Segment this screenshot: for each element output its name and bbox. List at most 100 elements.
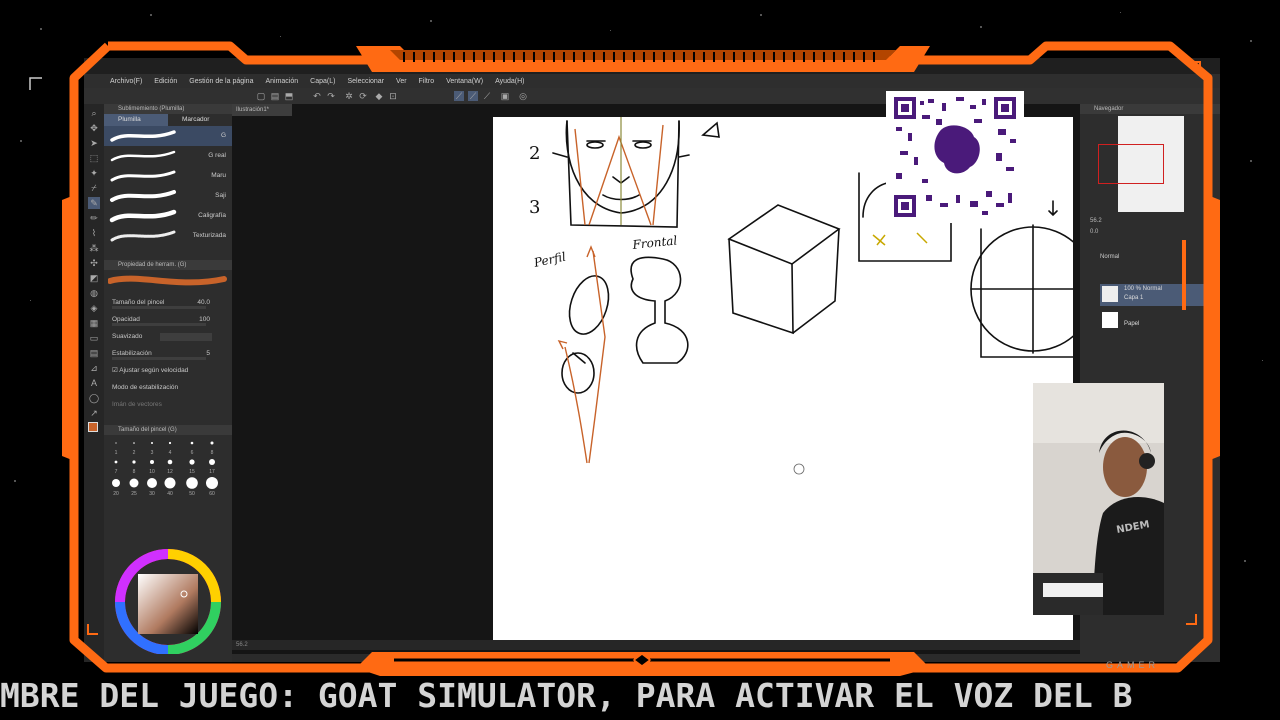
undo-icon[interactable]: ↶ [312, 91, 322, 101]
brush-label: Maru [211, 172, 226, 179]
transform-icon[interactable]: ⟳ [358, 91, 368, 101]
figure-icon[interactable]: ▭ [88, 332, 100, 344]
main-color-icon[interactable] [88, 422, 100, 434]
layer-name: Papel [1124, 321, 1140, 327]
menu-help[interactable]: Ayuda(H) [489, 78, 530, 85]
navigator-view-box[interactable] [1098, 144, 1164, 184]
menu-filter[interactable]: Filtro [413, 78, 441, 85]
snap-grid-icon[interactable]: ⟋ [482, 91, 492, 101]
layer-name: Capa 1 [1124, 295, 1144, 301]
navigator-thumbnail[interactable] [1098, 116, 1184, 212]
auto-select-icon[interactable]: ✦ [88, 167, 100, 179]
operation-tool-icon[interactable]: ➤ [88, 137, 100, 149]
gradient-icon[interactable]: ▦ [88, 317, 100, 329]
size-label: 25 [131, 491, 137, 497]
brush-size-slider[interactable] [112, 306, 206, 309]
brush-item[interactable]: G [104, 126, 232, 146]
ruler-icon[interactable]: ⊿ [88, 362, 100, 374]
brush-item[interactable]: Maru [104, 166, 232, 186]
correct-line-icon[interactable]: ↗ [88, 407, 100, 419]
settings-icon[interactable]: ✲ [344, 91, 354, 101]
assist-icon[interactable]: ◎ [518, 91, 528, 101]
size-label: 60 [209, 491, 215, 497]
webcam-feed: NDEM [1033, 383, 1164, 615]
brush-item[interactable]: Saji [104, 186, 232, 206]
snap-ruler-icon[interactable]: ⟋ [454, 91, 464, 101]
menu-layer[interactable]: Capa(L) [304, 78, 341, 85]
command-bar: ▢ ▤ ⬒ ↶ ↷ ✲ ⟳ ◆ ⊡ ⟋ ⟋ ⟋ ▣ ◎ [84, 88, 1220, 104]
menu-page[interactable]: Gestión de la página [183, 78, 259, 85]
snap-special-icon[interactable]: ⟋ [468, 91, 478, 101]
new-icon[interactable]: ▢ [256, 91, 266, 101]
tab-plumilla[interactable]: Plumilla [104, 114, 168, 126]
move-tool-icon[interactable]: ✥ [88, 122, 100, 134]
brush-size-grid[interactable]: 1 2 3 4 6 8 7 8 10 12 15 17 20 25 30 40 [104, 435, 232, 515]
layer-thumbnail [1102, 312, 1118, 328]
menu-bar: Archivo(F) Edición Gestión de la página … [84, 74, 1220, 88]
balloon-icon[interactable]: ◯ [88, 392, 100, 404]
panel-icon[interactable]: ▣ [500, 91, 510, 101]
menu-window[interactable]: Ventana(W) [440, 78, 489, 85]
decoration-icon[interactable]: ✣ [88, 257, 100, 269]
blend-mode[interactable]: Normal [1100, 254, 1119, 260]
qr-code[interactable] [886, 91, 1024, 223]
fill-icon[interactable]: ◆ [374, 91, 384, 101]
layer-item[interactable]: Papel [1100, 310, 1210, 332]
color-wheel[interactable] [110, 548, 226, 654]
vector-magnet-row[interactable]: Imán de vectores [104, 396, 232, 413]
menu-select[interactable]: Seleccionar [341, 78, 390, 85]
navigator-zoom[interactable]: 56.2 [1090, 218, 1102, 224]
menu-view[interactable]: Ver [390, 78, 413, 85]
stabilization-value[interactable]: 5 [206, 345, 210, 362]
zoom-value[interactable]: 56.2 [236, 642, 248, 648]
size-label: 17 [209, 469, 215, 475]
blend-icon[interactable]: ◍ [88, 287, 100, 299]
selection-tool-icon[interactable]: ⬚ [88, 152, 100, 164]
brush-tool-icon[interactable]: ⌇ [88, 227, 100, 239]
open-icon[interactable]: ▤ [270, 91, 280, 101]
stab-mode-row[interactable]: Modo de estabilización [104, 379, 232, 396]
smoothing-row[interactable]: Suavizado [104, 328, 232, 345]
tool-palette: ⌕ ✥ ➤ ⬚ ✦ ⌿ ✎ ✏ ⌇ ⁂ ✣ ◩ ◍ ◈ ▦ ▭ ▤ ⊿ A ◯ … [84, 104, 104, 662]
brush-size-header: Tamaño del pincel (G) [104, 425, 232, 435]
brush-label: Saji [215, 192, 226, 199]
document-tab[interactable]: Ilustración1* [232, 104, 292, 116]
vector-magnet-label: Imán de vectores [112, 401, 162, 408]
brush-item[interactable]: G real [104, 146, 232, 166]
pencil-tool-icon[interactable]: ✏ [88, 212, 100, 224]
pen-tool-icon[interactable]: ✎ [88, 197, 100, 209]
opacity-row[interactable]: Opacidad 100 [104, 311, 232, 328]
text-tool-icon[interactable]: A [88, 377, 100, 389]
smoothing-selector[interactable] [160, 333, 212, 341]
frame-icon[interactable]: ▤ [88, 347, 100, 359]
stabilization-slider[interactable] [112, 357, 206, 360]
velocity-row[interactable]: ☑ Ajustar según velocidad [104, 362, 232, 379]
stream-overlay: Ilustración1* (1280 x 720px 72dpi 100.0%… [0, 0, 1280, 720]
redo-icon[interactable]: ↷ [326, 91, 336, 101]
crop-icon[interactable]: ⊡ [388, 91, 398, 101]
eraser-icon[interactable]: ◩ [88, 272, 100, 284]
size-label: 50 [189, 491, 195, 497]
brush-item[interactable]: Caligrafía [104, 206, 232, 226]
menu-edit[interactable]: Edición [148, 78, 183, 85]
brush-label: Caligrafía [198, 212, 226, 219]
stabilization-row[interactable]: Estabilización 5 [104, 345, 232, 362]
airbrush-icon[interactable]: ⁂ [88, 242, 100, 254]
stab-mode-label: Modo de estabilización [112, 384, 179, 391]
fill-tool-icon[interactable]: ◈ [88, 302, 100, 314]
size-label: 12 [167, 469, 173, 475]
brush-size-row[interactable]: Tamaño del pincel 40.0 [104, 294, 232, 311]
brush-item[interactable]: Texturizada [104, 226, 232, 246]
menu-animation[interactable]: Animación [259, 78, 304, 85]
eyedropper-icon[interactable]: ⌿ [88, 182, 100, 194]
tool-property-header: Propiedad de herram. (G) [104, 260, 232, 270]
navigator-angle[interactable]: 0.0 [1090, 229, 1098, 235]
navigator-tab[interactable]: Navegador [1080, 104, 1220, 114]
size-label: 3 [151, 450, 154, 456]
layer-item[interactable]: 100 % Normal Capa 1 [1100, 284, 1210, 306]
tab-marcador[interactable]: Marcador [168, 114, 232, 126]
menu-file[interactable]: Archivo(F) [104, 78, 148, 85]
zoom-tool-icon[interactable]: ⌕ [88, 107, 100, 119]
opacity-slider[interactable] [112, 323, 206, 326]
save-icon[interactable]: ⬒ [284, 91, 294, 101]
